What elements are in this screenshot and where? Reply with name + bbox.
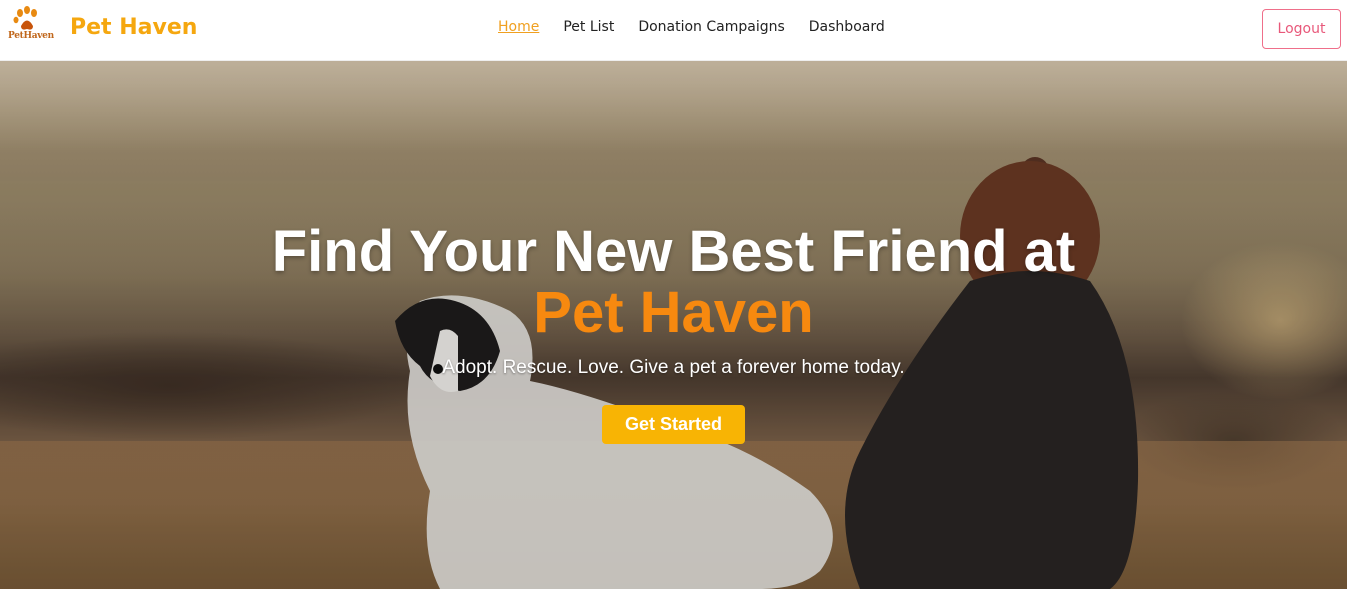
hero-title: Find Your New Best Friend at bbox=[271, 219, 1076, 284]
brand[interactable]: PetHaven Pet Haven bbox=[6, 6, 197, 44]
hero-subtitle: Adopt. Rescue. Love. Give a pet a foreve… bbox=[442, 357, 905, 378]
get-started-button[interactable]: Get Started bbox=[602, 405, 745, 444]
brand-name[interactable]: Pet Haven bbox=[70, 15, 197, 40]
logo-text: PetHaven bbox=[8, 31, 54, 41]
nav-links: Home Pet List Donation Campaigns Dashboa… bbox=[498, 19, 909, 35]
paw-print-icon[interactable]: PetHaven bbox=[6, 6, 54, 44]
nav-link-donation-campaigns[interactable]: Donation Campaigns bbox=[638, 19, 784, 35]
nav-link-pet-list[interactable]: Pet List bbox=[563, 19, 614, 35]
logout-button[interactable]: Logout bbox=[1262, 9, 1341, 49]
hero-title-highlight: Pet Haven bbox=[533, 280, 814, 345]
hero-section: Find Your New Best Friend at Pet Haven A… bbox=[0, 61, 1347, 589]
top-navbar: PetHaven Pet Haven Home Pet List Donatio… bbox=[0, 0, 1347, 61]
nav-link-dashboard[interactable]: Dashboard bbox=[809, 19, 885, 35]
hero-content: Find Your New Best Friend at Pet Haven A… bbox=[0, 61, 1347, 589]
nav-link-home[interactable]: Home bbox=[498, 19, 539, 35]
